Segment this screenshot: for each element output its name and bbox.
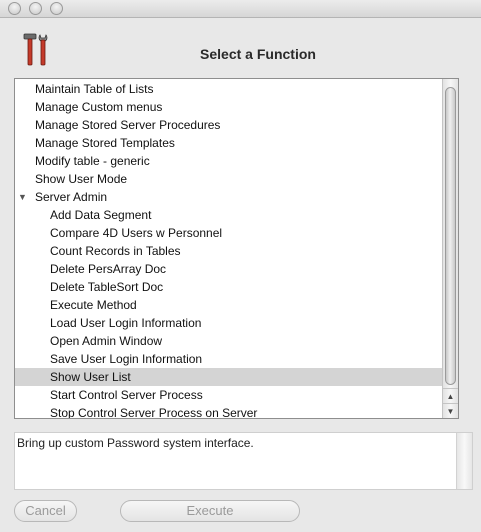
list-item-label: Manage Stored Templates [35, 136, 175, 150]
list-item-label: Server Admin [35, 190, 108, 204]
list-item[interactable]: Open Admin Window [15, 332, 443, 350]
list-item[interactable]: Execute Method [15, 296, 443, 314]
list-item[interactable]: Manage Custom menus [15, 98, 443, 116]
list-item-label: Show User Mode [35, 172, 128, 186]
list-item[interactable]: Compare 4D Users w Personnel [15, 224, 443, 242]
disclosure-triangle-icon[interactable]: ▼ [18, 188, 27, 206]
list-item-label: Delete PersArray Doc [50, 262, 167, 276]
list-item[interactable]: Manage Stored Server Procedures [15, 116, 443, 134]
list-item-label: Execute Method [50, 298, 137, 312]
list-item-label: Save User Login Information [50, 352, 203, 366]
list-item-label: Manage Stored Server Procedures [35, 118, 221, 132]
tools-icon [23, 33, 48, 66]
execute-button[interactable]: Execute [120, 500, 300, 522]
list-item[interactable]: Delete TableSort Doc [15, 278, 443, 296]
list-item[interactable]: Modify table - generic [15, 152, 443, 170]
minimize-window-button[interactable] [29, 2, 42, 15]
list-item-label: Open Admin Window [50, 334, 163, 348]
list-item[interactable]: Save User Login Information [15, 350, 443, 368]
list-item[interactable]: Start Control Server Process [15, 386, 443, 404]
list-item[interactable]: ▼ Server Admin [15, 188, 443, 206]
list-item-label: Compare 4D Users w Personnel [50, 226, 223, 240]
function-list-rows: Maintain Table of Lists Manage Custom men… [15, 80, 443, 419]
zoom-window-button[interactable] [50, 2, 63, 15]
dialog-title: Select a Function [200, 46, 316, 62]
close-window-button[interactable] [8, 2, 21, 15]
description-box: Bring up custom Password system interfac… [14, 432, 473, 490]
list-item-label: Load User Login Information [50, 316, 202, 330]
description-scrollbar[interactable] [456, 433, 472, 489]
list-item[interactable]: Show User List [15, 368, 443, 386]
list-item[interactable]: Delete PersArray Doc [15, 260, 443, 278]
list-item-label: Count Records in Tables [50, 244, 181, 258]
list-item-label: Manage Custom menus [35, 100, 163, 114]
scrollbar-thumb[interactable] [445, 87, 456, 385]
list-item-label: Modify table - generic [35, 154, 150, 168]
list-item[interactable]: Manage Stored Templates [15, 134, 443, 152]
list-item[interactable]: Add Data Segment [15, 206, 443, 224]
function-list-scrollbar[interactable]: ▲ ▼ [442, 79, 458, 418]
list-item-label: Delete TableSort Doc [50, 280, 164, 294]
list-item[interactable]: Count Records in Tables [15, 242, 443, 260]
function-list[interactable]: Maintain Table of Lists Manage Custom men… [14, 78, 459, 419]
list-item[interactable]: Load User Login Information [15, 314, 443, 332]
list-item-label: Show User List [50, 370, 131, 384]
list-item[interactable]: Show User Mode [15, 170, 443, 188]
scroll-up-arrow-icon[interactable]: ▲ [443, 388, 458, 403]
list-item-label: Stop Control Server Process on Server [50, 406, 258, 419]
list-item-label: Add Data Segment [50, 208, 152, 222]
description-text: Bring up custom Password system interfac… [17, 436, 254, 450]
list-item[interactable]: Maintain Table of Lists [15, 80, 443, 98]
scroll-down-arrow-icon[interactable]: ▼ [443, 403, 458, 418]
list-item-label: Start Control Server Process [50, 388, 203, 402]
window-titlebar [0, 0, 481, 18]
list-item[interactable]: Stop Control Server Process on Server [15, 404, 443, 419]
cancel-button[interactable]: Cancel [14, 500, 77, 522]
list-item-label: Maintain Table of Lists [35, 82, 154, 96]
